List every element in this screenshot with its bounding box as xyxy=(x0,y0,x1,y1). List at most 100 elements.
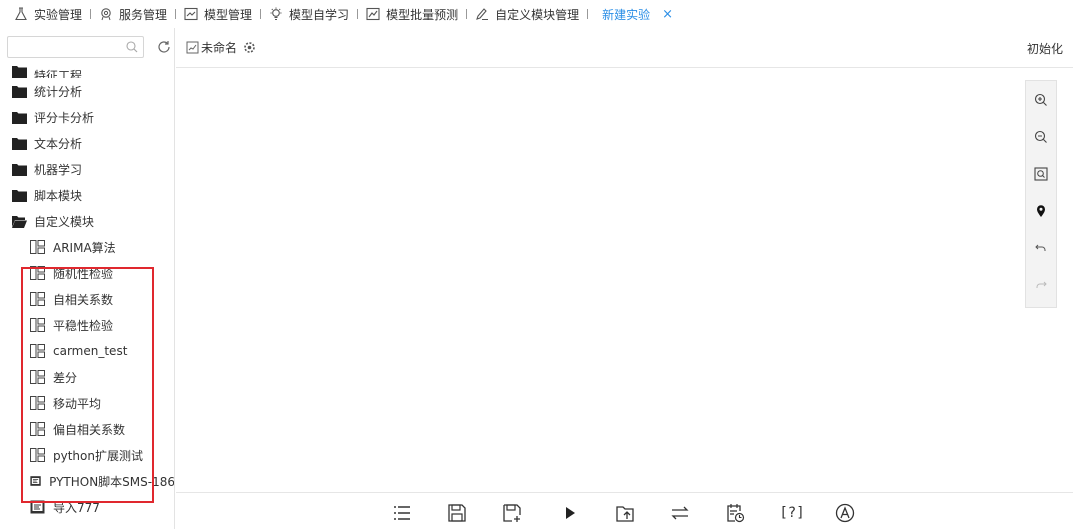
tab-custom-module-management[interactable]: 自定义模块管理 xyxy=(475,0,579,28)
tab-model-self-learning[interactable]: 模型自学习 xyxy=(269,0,349,28)
module-icon xyxy=(30,344,45,358)
schedule-icon xyxy=(727,504,745,523)
fit-view-button[interactable] xyxy=(1026,155,1056,192)
tree-module-item[interactable]: ARIMA算法 xyxy=(0,234,174,260)
folder-label: 特征工程 xyxy=(34,69,83,78)
undo-button[interactable] xyxy=(1026,229,1056,266)
module-icon xyxy=(30,266,45,280)
zoom-out-button[interactable] xyxy=(1026,118,1056,155)
zoom-out-icon xyxy=(1034,130,1047,143)
folder-icon xyxy=(12,163,27,176)
export-icon xyxy=(616,506,634,522)
module-sidebar: 特征工程 统计分析 评分卡分析 文本分析 机器学习 脚本模块 自定义模块 ARI… xyxy=(0,28,175,529)
refresh-icon[interactable] xyxy=(156,39,172,55)
tree-folder-feature-engineering[interactable]: 特征工程 xyxy=(0,58,174,78)
tab-separator xyxy=(260,9,262,19)
swap-button[interactable] xyxy=(669,502,691,524)
zoom-in-icon xyxy=(1034,93,1047,106)
redo-button[interactable] xyxy=(1026,266,1056,303)
service-icon xyxy=(99,7,113,21)
tree-script-item[interactable]: PYTHON脚本SMS-186 xyxy=(0,468,175,494)
tree-module-item[interactable]: 偏自相关系数 xyxy=(0,416,174,442)
tab-separator xyxy=(175,9,177,19)
module-tree: 特征工程 统计分析 评分卡分析 文本分析 机器学习 脚本模块 自定义模块 ARI… xyxy=(0,58,175,520)
folder-label: 评分卡分析 xyxy=(34,110,95,125)
save-button[interactable] xyxy=(446,502,468,524)
tab-model-batch-prediction[interactable]: 模型批量预测 xyxy=(366,0,458,28)
tree-module-item[interactable]: 平稳性检验 xyxy=(0,312,174,338)
tree-script-item[interactable]: 导入777 xyxy=(0,494,174,520)
module-label: carmen_test xyxy=(53,344,128,358)
initialize-button[interactable]: 初始化 xyxy=(1027,40,1063,57)
module-icon xyxy=(30,292,45,306)
folder-label: 脚本模块 xyxy=(34,188,83,203)
module-label: 差分 xyxy=(53,370,78,385)
tree-folder-machine-learning[interactable]: 机器学习 xyxy=(0,156,174,182)
zoom-in-button[interactable] xyxy=(1026,81,1056,118)
tree-module-item[interactable]: carmen_test xyxy=(0,338,174,364)
tree-module-item[interactable]: 差分 xyxy=(0,364,174,390)
tree-module-item[interactable]: 随机性检验 xyxy=(0,260,174,286)
tree-folder-custom-modules[interactable]: 自定义模块 xyxy=(0,208,174,234)
module-label: 随机性检验 xyxy=(53,266,114,281)
folder-label: 文本分析 xyxy=(34,136,83,151)
lightbulb-icon xyxy=(269,7,283,21)
tab-new-experiment[interactable]: 新建实验 xyxy=(602,0,650,28)
experiment-name[interactable]: 未命名 xyxy=(201,39,237,56)
run-button[interactable] xyxy=(559,502,581,524)
tree-folder-script-modules[interactable]: 脚本模块 xyxy=(0,182,174,208)
folder-label: 统计分析 xyxy=(34,84,83,99)
experiment-icon xyxy=(186,41,199,54)
close-tab-icon[interactable]: × xyxy=(662,7,673,22)
tree-module-item[interactable]: 移动平均 xyxy=(0,390,174,416)
bottom-toolbar: [?] xyxy=(176,492,1073,529)
search-icon[interactable] xyxy=(125,40,139,54)
export-button[interactable] xyxy=(614,502,636,524)
tab-label: 模型批量预测 xyxy=(386,7,459,22)
pen-icon xyxy=(475,7,489,21)
tree-module-item[interactable]: 自相关系数 xyxy=(0,286,174,312)
tab-separator xyxy=(587,9,589,19)
schedule-button[interactable] xyxy=(724,502,746,524)
redo-icon xyxy=(1036,281,1047,288)
script-icon xyxy=(30,500,45,514)
zoom-toolbar xyxy=(1025,80,1057,308)
folder-icon xyxy=(12,85,27,98)
experiment-canvas[interactable] xyxy=(176,69,1073,492)
help-button[interactable]: [?] xyxy=(778,502,806,524)
tab-label: 自定义模块管理 xyxy=(495,7,580,22)
tab-service-management[interactable]: 服务管理 xyxy=(99,0,167,28)
tree-module-item[interactable]: python扩展测试 xyxy=(0,442,174,468)
module-label: 移动平均 xyxy=(53,396,102,411)
tab-separator xyxy=(90,9,92,19)
module-label: 偏自相关系数 xyxy=(53,422,126,437)
tab-label: 新建实验 xyxy=(602,7,651,22)
gear-icon[interactable] xyxy=(243,41,256,54)
search-input[interactable] xyxy=(12,37,122,57)
auto-layout-button[interactable] xyxy=(834,502,856,524)
tree-folder-text-analysis[interactable]: 文本分析 xyxy=(0,130,174,156)
module-label: 平稳性检验 xyxy=(53,318,114,333)
trend-chart-icon xyxy=(366,7,380,21)
save-as-button[interactable] xyxy=(501,502,523,524)
module-label: PYTHON脚本SMS-186 xyxy=(49,474,175,489)
list-button[interactable] xyxy=(391,502,413,524)
auto-layout-icon xyxy=(835,503,855,523)
locate-button[interactable] xyxy=(1026,192,1056,229)
run-icon xyxy=(566,507,575,519)
module-icon xyxy=(30,318,45,332)
locate-icon xyxy=(1037,204,1045,217)
swap-icon xyxy=(671,506,689,520)
tree-folder-scorecard-analysis[interactable]: 评分卡分析 xyxy=(0,104,174,130)
canvas-header: 未命名 初始化 xyxy=(176,28,1073,68)
tab-model-management[interactable]: 模型管理 xyxy=(184,0,252,28)
list-icon xyxy=(394,506,410,520)
tab-label: 模型自学习 xyxy=(289,7,350,22)
module-label: 导入777 xyxy=(53,500,100,515)
folder-icon xyxy=(12,66,27,78)
tab-label: 服务管理 xyxy=(119,7,168,22)
module-icon xyxy=(30,448,45,462)
tree-folder-statistical-analysis[interactable]: 统计分析 xyxy=(0,78,174,104)
tab-experiment-management[interactable]: 实验管理 xyxy=(14,0,82,28)
top-tab-bar: 实验管理 服务管理 模型管理 模型自学习 模型批量预测 自定义模块管理 新建实验… xyxy=(0,0,1073,28)
